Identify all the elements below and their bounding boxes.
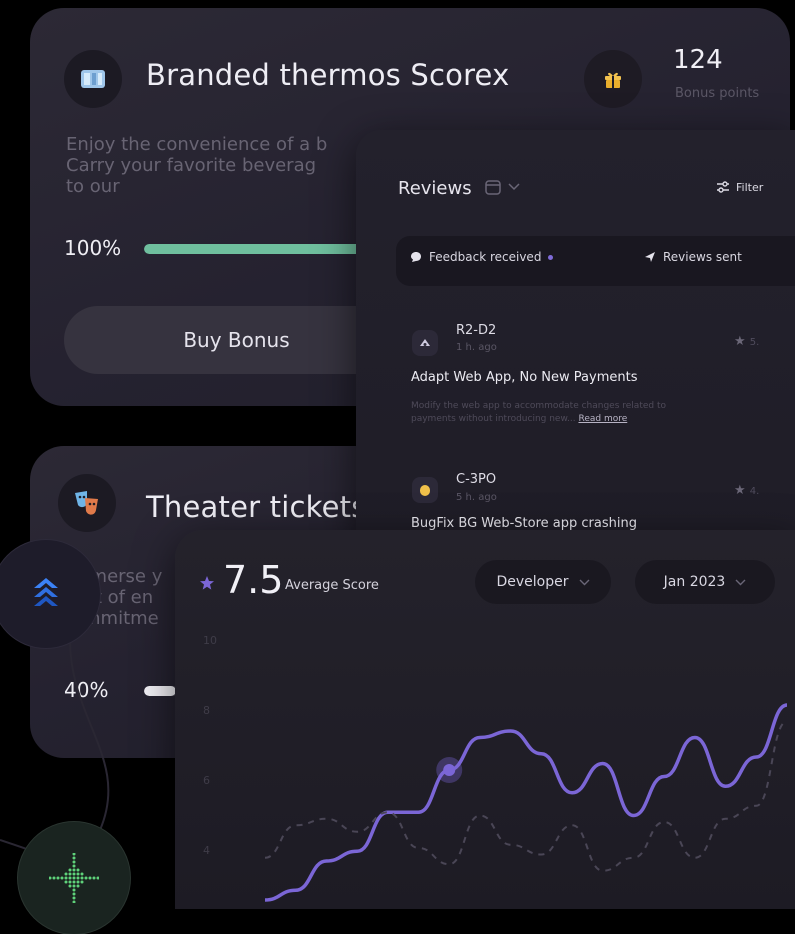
- sparkle-dot: [64, 872, 68, 876]
- sparkle-dot: [72, 880, 76, 884]
- reviewer-name: C-3PO: [456, 472, 497, 487]
- sparkle-dot: [92, 876, 96, 880]
- sparkle-dot: [76, 876, 80, 880]
- sparkle-app-button[interactable]: [18, 822, 130, 934]
- sparkle-dot: [56, 876, 60, 880]
- gift-icon: [605, 72, 621, 88]
- review-time: 1 h. ago: [456, 342, 497, 353]
- sparkle-dot: [72, 888, 76, 892]
- jira-icon: [34, 578, 58, 606]
- sparkle-dot: [76, 872, 80, 876]
- sparkle-dot: [60, 876, 64, 880]
- sparkle-dot: [72, 860, 76, 864]
- sparkle-dot: [64, 880, 68, 884]
- sparkle-dot: [52, 876, 56, 880]
- calendar-dropdown[interactable]: [484, 178, 520, 196]
- sparkle-dot: [72, 896, 76, 900]
- sparkle-dot: [68, 880, 72, 884]
- gift-avatar: [584, 50, 642, 108]
- sparkle-dot: [68, 868, 72, 872]
- filter-button[interactable]: Filter: [716, 180, 763, 194]
- avatar: [412, 330, 438, 356]
- score-chart-card: 7.5 Average Score Developer Jan 2023 10 …: [175, 530, 795, 909]
- sparkle-dot: [49, 876, 52, 880]
- sliders-icon: [717, 181, 729, 193]
- tab-feedback-received[interactable]: Feedback received: [410, 250, 554, 264]
- points-value: 124: [673, 45, 723, 75]
- avatar: [412, 477, 438, 503]
- sparkle-dot: [72, 853, 76, 856]
- sparkle-dot: [80, 876, 84, 880]
- star-icon: ★: [734, 483, 746, 498]
- sparkle-dot: [72, 868, 76, 872]
- sparkle-dot: [72, 884, 76, 888]
- sparkle-dot: [68, 876, 72, 880]
- star-icon: ★: [734, 334, 746, 349]
- rating-value: 5.: [749, 337, 760, 348]
- sparkle-dot: [88, 876, 92, 880]
- reviewer-name: R2-D2: [456, 323, 497, 338]
- send-icon: [645, 252, 655, 262]
- reviews-tabs: Feedback received Reviews sent: [396, 236, 795, 286]
- sparkle-dot: [76, 868, 80, 872]
- points-label: Bonus points: [675, 86, 760, 101]
- review-time: 5 h. ago: [456, 492, 497, 503]
- sparkle-dot: [76, 884, 80, 888]
- tab-reviews-sent[interactable]: Reviews sent: [644, 250, 742, 264]
- review-body-text: Modify the web app to accommodate change…: [411, 401, 666, 424]
- read-more-link[interactable]: Read more: [578, 414, 627, 424]
- sparkle-dot: [76, 880, 80, 884]
- review-body: Modify the web app to accommodate change…: [411, 400, 666, 426]
- review-headline: BugFix BG Web-Store app crashing: [411, 516, 637, 531]
- chat-icon: [411, 252, 421, 262]
- sparkle-dot: [96, 876, 99, 880]
- review-rating: ★ 4.: [734, 483, 759, 498]
- calendar-icon: [485, 180, 501, 195]
- rating-value: 4.: [749, 486, 760, 497]
- sparkle-dot: [72, 872, 76, 876]
- connector-lines: [0, 639, 110, 871]
- reviews-panel: Reviews Filter Feedback received Reviews…: [356, 130, 795, 550]
- review-headline: Adapt Web App, No New Payments: [411, 370, 638, 385]
- sparkle-dot: [72, 900, 76, 903]
- sparkle-dot: [80, 880, 84, 884]
- sparkle-dot: [68, 872, 72, 876]
- review-rating: ★ 5.: [734, 334, 759, 349]
- filter-label: Filter: [736, 180, 764, 194]
- sparkle-dot: [64, 876, 68, 880]
- unread-dot: [548, 254, 554, 260]
- sparkle-icon: [49, 853, 99, 903]
- robot-icon: [420, 339, 430, 346]
- chevron-down-icon: [508, 183, 520, 191]
- tab-reviews-sent-label: Reviews sent: [663, 250, 742, 264]
- reviews-title: Reviews: [398, 178, 472, 199]
- droid-icon: [420, 485, 430, 496]
- score-line-chart: [264, 703, 788, 902]
- tab-feedback-label: Feedback received: [429, 250, 542, 264]
- sparkle-dot: [80, 872, 84, 876]
- sparkle-dot: [72, 892, 76, 896]
- product-title: Branded thermos Scorex: [146, 58, 510, 92]
- score-series-line: [264, 703, 788, 902]
- sparkle-dot: [68, 884, 72, 888]
- highlight-point[interactable]: [443, 764, 456, 776]
- sparkle-dot: [72, 864, 76, 868]
- sparkle-dot: [72, 876, 76, 880]
- sparkle-dot: [84, 876, 88, 880]
- sparkle-dot: [72, 856, 76, 860]
